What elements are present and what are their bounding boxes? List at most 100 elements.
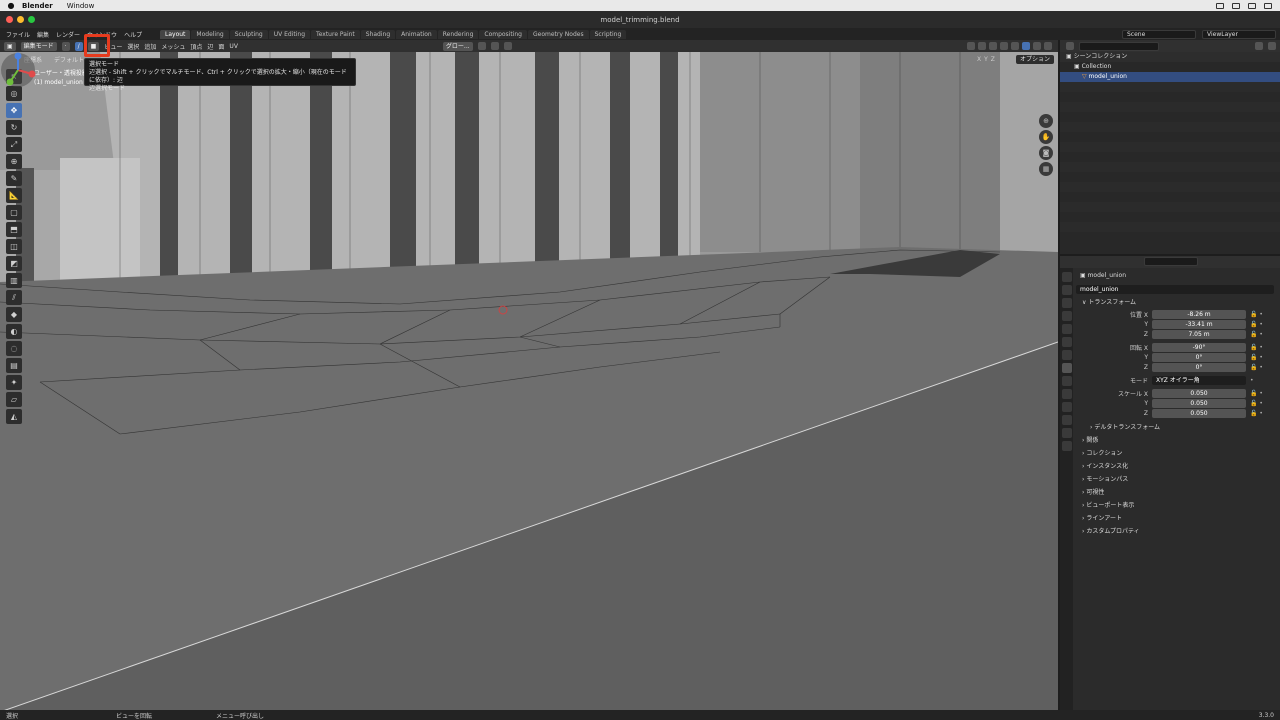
- control-center-icon[interactable]: [1264, 2, 1272, 9]
- zoom-icon[interactable]: [28, 16, 35, 23]
- search-icon[interactable]: [1248, 2, 1256, 9]
- location-y-field[interactable]: -33.41 m: [1152, 319, 1246, 329]
- object-name-input[interactable]: model_union: [1076, 284, 1274, 294]
- constraints-tab-icon[interactable]: [1061, 415, 1072, 425]
- shear-icon[interactable]: ▱: [6, 392, 22, 407]
- xray-toggle-icon[interactable]: [1000, 42, 1008, 50]
- options-dropdown[interactable]: オプション: [1015, 55, 1054, 64]
- wifi-icon[interactable]: [1232, 2, 1240, 9]
- lock-icon[interactable]: 🔓 •: [1246, 311, 1263, 318]
- edge-slide-icon[interactable]: ▤: [6, 358, 22, 373]
- mode-dropdown[interactable]: 編集モード: [20, 41, 57, 51]
- camera-icon[interactable]: ◙: [1039, 146, 1053, 160]
- menu-add[interactable]: 追加: [144, 42, 156, 51]
- properties-search-input[interactable]: [1144, 257, 1198, 266]
- vertex-select-button[interactable]: ·: [61, 41, 70, 51]
- scene-field[interactable]: Scene: [1122, 29, 1196, 39]
- filter-icon[interactable]: [1255, 42, 1263, 50]
- grid-icon[interactable]: ▦: [1039, 162, 1053, 176]
- shrink-fatten-icon[interactable]: ✦: [6, 375, 22, 390]
- menu-window[interactable]: Window: [67, 2, 95, 10]
- proportional-edit-icon[interactable]: [503, 42, 512, 50]
- physics-tab-icon[interactable]: [1061, 402, 1072, 412]
- spin-icon[interactable]: ◐: [6, 324, 22, 339]
- panel-relations[interactable]: › 関係: [1076, 434, 1280, 447]
- particles-tab-icon[interactable]: [1061, 389, 1072, 399]
- rendered-shading-icon[interactable]: [1044, 42, 1052, 50]
- tab-animation[interactable]: Animation: [396, 29, 437, 39]
- 3d-viewport[interactable]: 座標系 デフォルト ユーザー・透視投影 (1) model_union X Y …: [0, 52, 1058, 710]
- gizmo-toggle-icon[interactable]: [978, 42, 986, 50]
- lock-icon[interactable]: 🔓 •: [1246, 364, 1263, 371]
- menu-select[interactable]: 選択: [127, 42, 139, 51]
- rip-icon[interactable]: ◭: [6, 409, 22, 424]
- outliner-item-collection[interactable]: ▣ Collection: [1060, 62, 1280, 72]
- material-tab-icon[interactable]: [1061, 441, 1072, 451]
- lock-icon[interactable]: 🔓 •: [1246, 354, 1263, 361]
- world-tab-icon[interactable]: [1061, 337, 1072, 347]
- tab-modeling[interactable]: Modeling: [191, 29, 229, 39]
- outliner-item-scene-collection[interactable]: ▣ シーンコレクション: [1060, 52, 1280, 62]
- rotation-x-field[interactable]: -90°: [1152, 342, 1246, 352]
- panel-motion-paths[interactable]: › モーションパス: [1076, 473, 1280, 486]
- scale-x-field[interactable]: 0.050: [1152, 388, 1246, 398]
- render-tab-icon[interactable]: [1061, 285, 1072, 295]
- rotation-mode-dropdown[interactable]: XYZ オイラー角: [1152, 375, 1246, 385]
- menu-vertex[interactable]: 頂点: [190, 42, 202, 51]
- rotation-y-field[interactable]: 0°: [1152, 352, 1246, 362]
- tab-texture-paint[interactable]: Texture Paint: [311, 29, 360, 39]
- location-z-field[interactable]: 7.05 m: [1152, 329, 1246, 339]
- rotate-icon[interactable]: ↻: [6, 120, 22, 135]
- tab-compositing[interactable]: Compositing: [479, 29, 527, 39]
- panel-visibility[interactable]: › 可視性: [1076, 486, 1280, 499]
- menu-mesh[interactable]: メッシュ: [161, 42, 185, 51]
- extrude-icon[interactable]: ⬒: [6, 222, 22, 237]
- panel-viewport-display[interactable]: › ビューポート表示: [1076, 499, 1280, 512]
- move-icon[interactable]: ✥: [6, 103, 22, 118]
- panel-line-art[interactable]: › ラインアート: [1076, 512, 1280, 525]
- axis-y-toggle[interactable]: Y: [984, 56, 988, 63]
- knife-icon[interactable]: ⫽: [6, 290, 22, 305]
- scale-icon[interactable]: ⤢: [6, 137, 22, 152]
- lock-icon[interactable]: 🔓 •: [1246, 400, 1263, 407]
- add-cube-icon[interactable]: ▢: [6, 205, 22, 220]
- outliner-item-model-union[interactable]: ▽ model_union: [1060, 72, 1280, 82]
- menu-uv[interactable]: UV: [229, 43, 238, 50]
- outliner-editor-icon[interactable]: [1066, 42, 1074, 50]
- menu-edge[interactable]: 辺: [207, 42, 213, 51]
- location-x-field[interactable]: -8.26 m: [1152, 309, 1246, 319]
- pivot-icon[interactable]: [477, 42, 486, 50]
- poly-build-icon[interactable]: ◆: [6, 307, 22, 322]
- battery-icon[interactable]: [1216, 2, 1224, 9]
- collection-tab-icon[interactable]: [1061, 350, 1072, 360]
- smooth-icon[interactable]: ◌: [6, 341, 22, 356]
- tab-uv-editing[interactable]: UV Editing: [268, 29, 311, 39]
- app-menu-blender[interactable]: Blender: [22, 2, 53, 10]
- tab-geometry-nodes[interactable]: Geometry Nodes: [527, 29, 589, 39]
- navigation-gizmo[interactable]: [0, 52, 36, 88]
- menu-help[interactable]: ヘルプ: [124, 30, 142, 39]
- output-tab-icon[interactable]: [1061, 298, 1072, 308]
- lock-icon[interactable]: 🔓 •: [1246, 321, 1263, 328]
- lock-icon[interactable]: 🔓 •: [1246, 331, 1263, 338]
- tab-scripting[interactable]: Scripting: [589, 29, 627, 39]
- menu-edit[interactable]: 編集: [37, 30, 49, 39]
- transform-icon[interactable]: ⊕: [6, 154, 22, 169]
- annotate-icon[interactable]: ✎: [6, 171, 22, 186]
- solid-shading-icon[interactable]: [1022, 42, 1030, 50]
- object-tab-icon[interactable]: [1061, 363, 1072, 373]
- scale-y-field[interactable]: 0.050: [1152, 398, 1246, 408]
- overlay-toggle-icon[interactable]: [989, 42, 997, 50]
- lock-icon[interactable]: 🔓 •: [1246, 410, 1263, 417]
- new-collection-icon[interactable]: [1268, 42, 1276, 50]
- modifier-tab-icon[interactable]: [1061, 376, 1072, 386]
- view-layer-tab-icon[interactable]: [1061, 311, 1072, 321]
- edge-select-button[interactable]: /: [74, 41, 83, 51]
- view-layer-field[interactable]: ViewLayer: [1202, 29, 1276, 39]
- cursor-icon[interactable]: ◎: [6, 86, 22, 101]
- tab-layout[interactable]: Layout: [160, 29, 191, 39]
- material-shading-icon[interactable]: [1033, 42, 1041, 50]
- close-icon[interactable]: [6, 16, 13, 23]
- tool-tab-icon[interactable]: [1061, 272, 1072, 282]
- bevel-icon[interactable]: ◩: [6, 256, 22, 271]
